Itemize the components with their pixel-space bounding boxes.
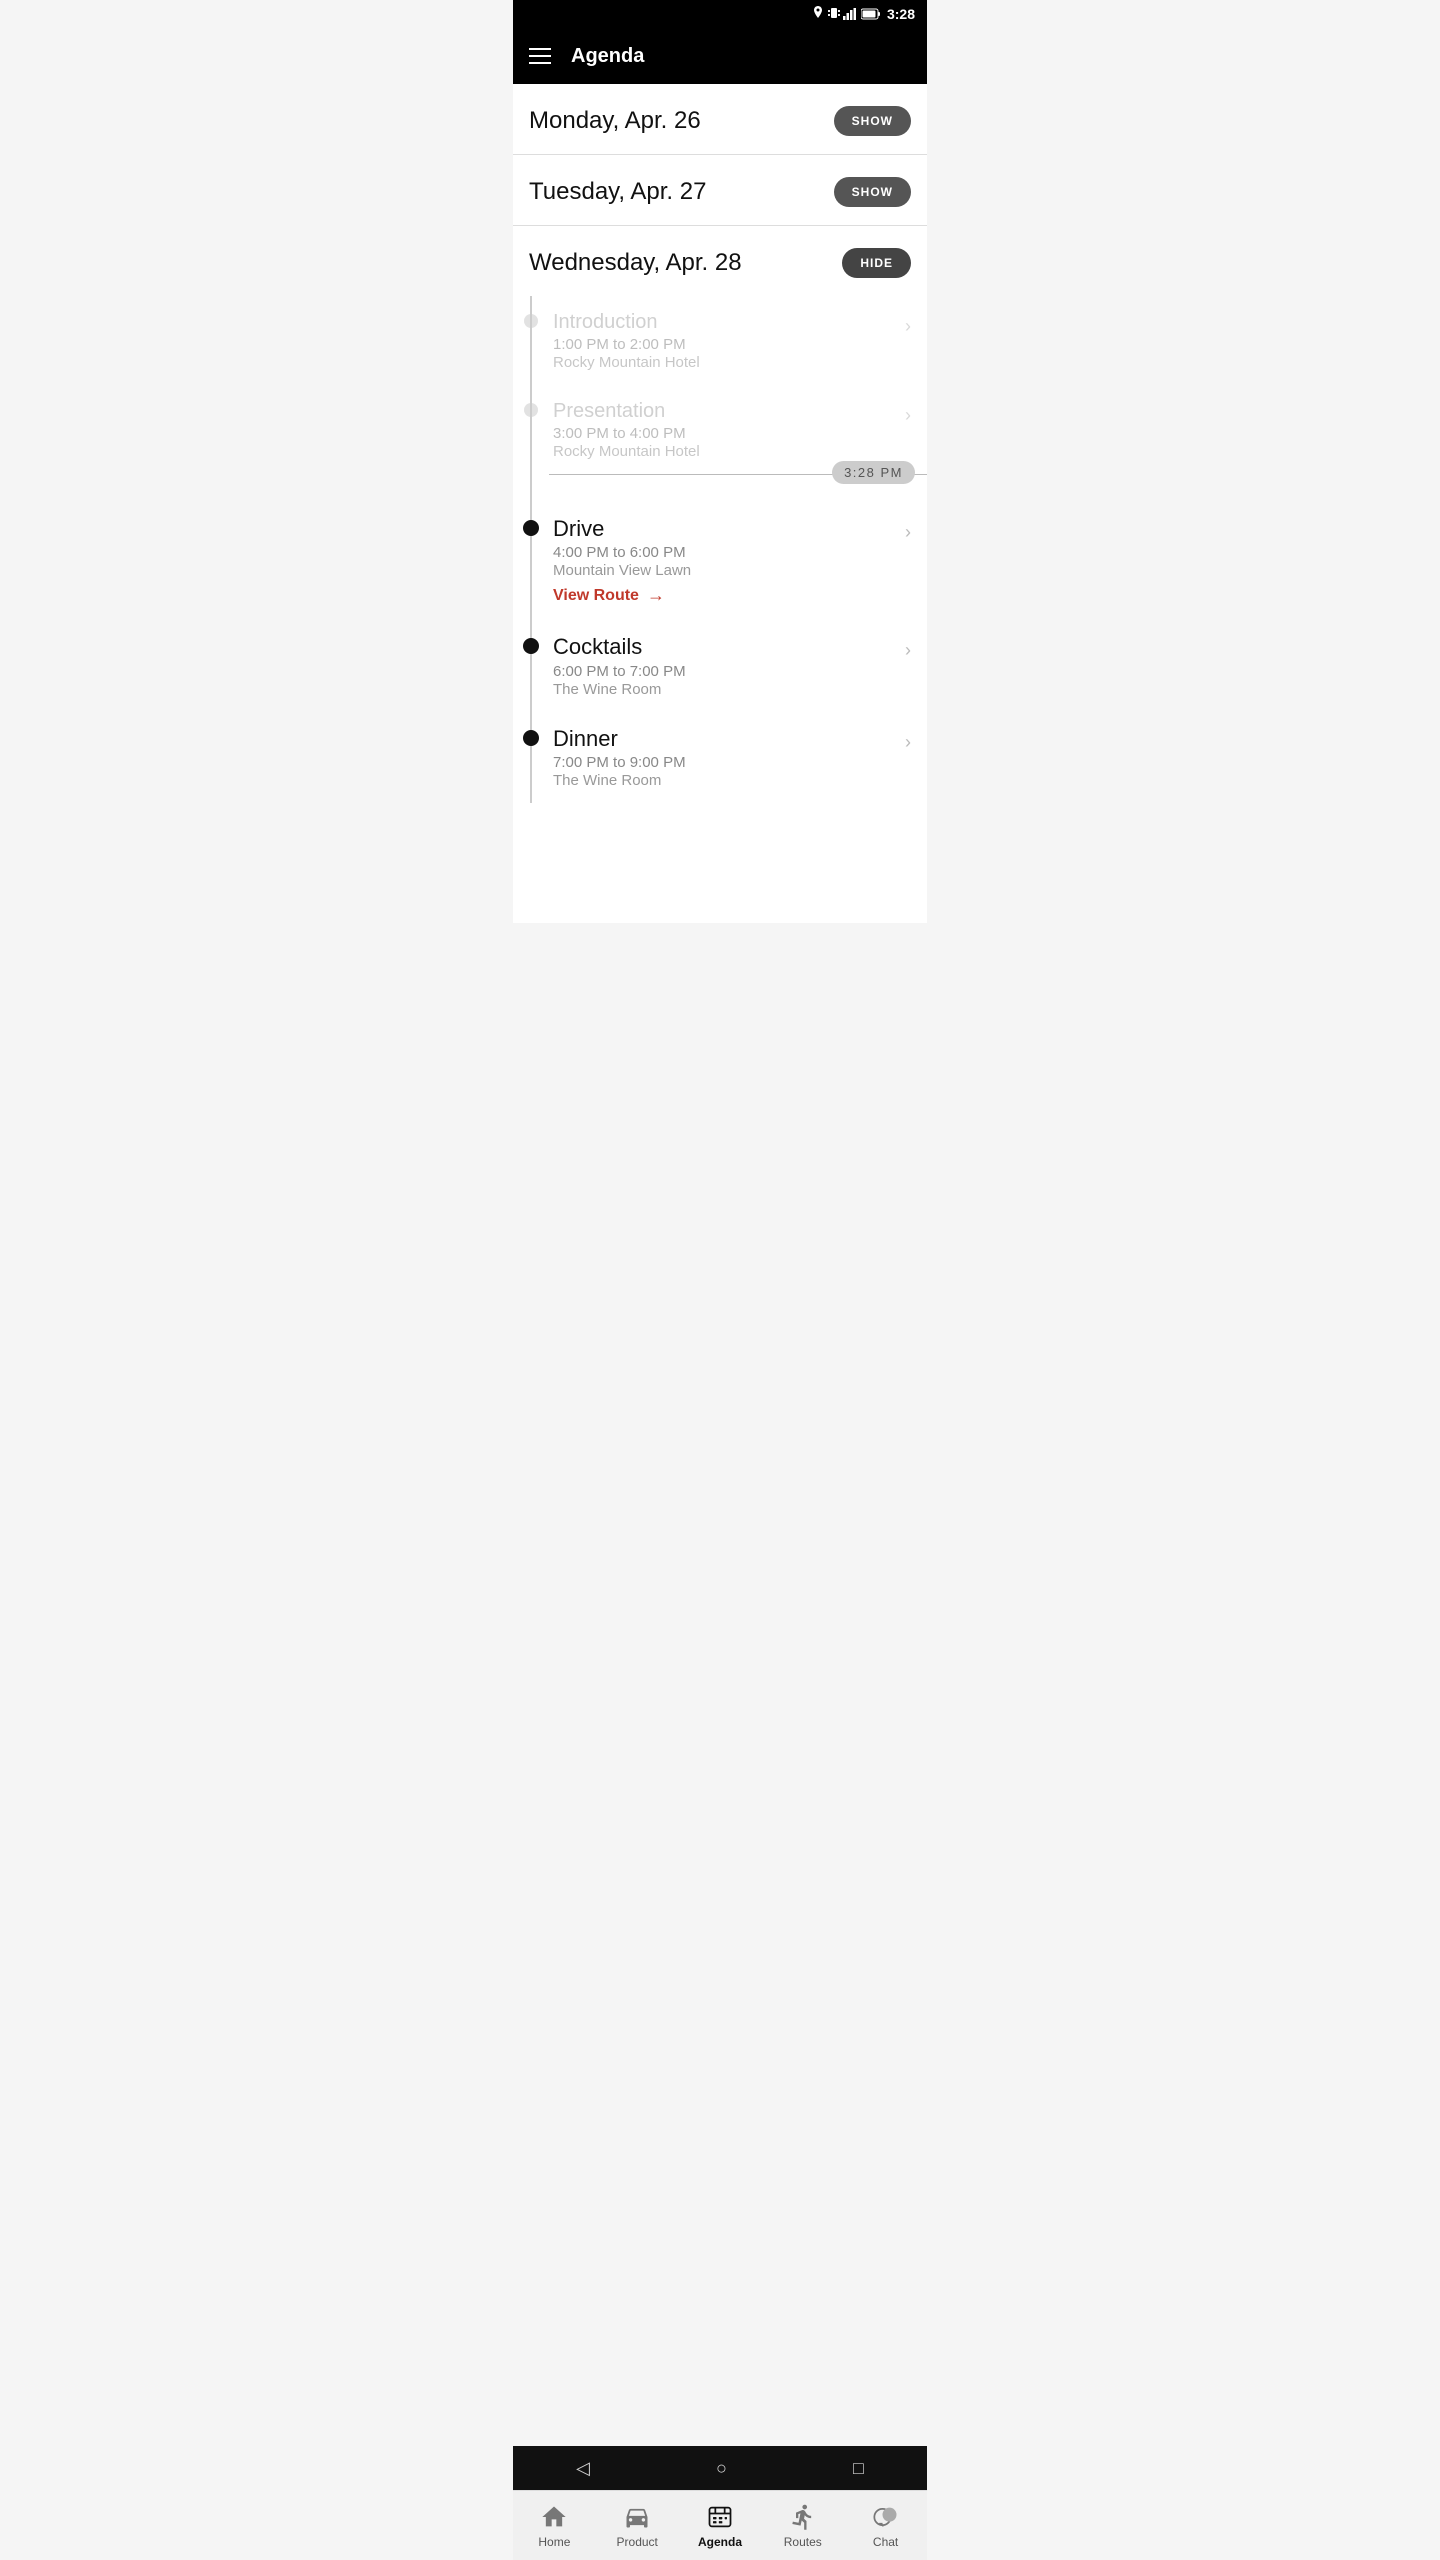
- event-title-dinner: Dinner: [553, 726, 897, 752]
- nav-product[interactable]: Product: [596, 2495, 679, 2557]
- event-drive[interactable]: Drive 4:00 PM to 6:00 PM Mountain View L…: [513, 502, 927, 620]
- nav-routes[interactable]: Routes: [761, 2495, 844, 2557]
- dot-introduction: [524, 314, 538, 328]
- status-bar: 3:28: [513, 0, 927, 28]
- show-monday-button[interactable]: SHOW: [834, 106, 911, 136]
- nav-chat-label: Chat: [873, 2535, 898, 2549]
- bottom-nav: Home Product Agenda Routes: [513, 2490, 927, 2560]
- event-arrow-cocktails: ›: [905, 640, 911, 661]
- routes-icon: [789, 2503, 817, 2531]
- event-location-cocktails: The Wine Room: [553, 681, 897, 698]
- status-icons: [812, 6, 881, 23]
- nav-agenda[interactable]: Agenda: [679, 2495, 762, 2557]
- event-content-cocktails: Cocktails 6:00 PM to 7:00 PM The Wine Ro…: [549, 634, 897, 697]
- nav-home-label: Home: [538, 2535, 570, 2549]
- android-recent-button[interactable]: □: [853, 2458, 864, 2479]
- nav-routes-label: Routes: [784, 2535, 822, 2549]
- menu-button[interactable]: [529, 48, 551, 64]
- page-title: Agenda: [571, 45, 644, 68]
- view-route-arrow-icon: →: [647, 585, 665, 606]
- product-icon: [623, 2503, 651, 2531]
- event-location-drive: Mountain View Lawn: [553, 562, 897, 579]
- event-location-introduction: Rocky Mountain Hotel: [553, 354, 897, 371]
- current-time-badge: 3:28 PM: [832, 461, 915, 484]
- event-time-drive: 4:00 PM to 6:00 PM: [553, 544, 897, 561]
- status-time: 3:28: [887, 6, 915, 22]
- event-time-presentation: 3:00 PM to 4:00 PM: [553, 425, 897, 442]
- timeline-col-introduction: [513, 310, 549, 328]
- event-time-dinner: 7:00 PM to 9:00 PM: [553, 754, 897, 771]
- timeline: Introduction 1:00 PM to 2:00 PM Rocky Mo…: [513, 296, 927, 803]
- event-introduction[interactable]: Introduction 1:00 PM to 2:00 PM Rocky Mo…: [513, 296, 927, 385]
- event-dinner[interactable]: Dinner 7:00 PM to 9:00 PM The Wine Room …: [513, 712, 927, 803]
- dot-presentation: [524, 403, 538, 417]
- timeline-col-presentation: [513, 399, 549, 417]
- day-row-tuesday: Tuesday, Apr. 27 SHOW: [513, 155, 927, 225]
- nav-product-label: Product: [617, 2535, 658, 2549]
- event-arrow-introduction: ›: [905, 316, 911, 337]
- event-title-drive: Drive: [553, 516, 897, 542]
- day-label-tuesday: Tuesday, Apr. 27: [529, 178, 706, 206]
- event-time-introduction: 1:00 PM to 2:00 PM: [553, 336, 897, 353]
- event-content-dinner: Dinner 7:00 PM to 9:00 PM The Wine Room: [549, 726, 897, 789]
- nav-agenda-label: Agenda: [698, 2535, 742, 2549]
- day-row-wednesday: Wednesday, Apr. 28 HIDE: [513, 226, 927, 296]
- timeline-col-dinner: [513, 726, 549, 746]
- event-content-drive: Drive 4:00 PM to 6:00 PM Mountain View L…: [549, 516, 897, 606]
- app-header: Agenda: [513, 28, 927, 84]
- chat-icon: [872, 2503, 900, 2531]
- event-location-presentation: Rocky Mountain Hotel: [553, 443, 897, 460]
- hide-wednesday-button[interactable]: HIDE: [842, 248, 911, 278]
- event-arrow-presentation: ›: [905, 405, 911, 426]
- event-content-presentation: Presentation 3:00 PM to 4:00 PM Rocky Mo…: [549, 399, 897, 460]
- android-nav-bar: ◁ ○ □: [513, 2446, 927, 2490]
- android-back-button[interactable]: ◁: [576, 2458, 590, 2479]
- main-content: Monday, Apr. 26 SHOW Tuesday, Apr. 27 SH…: [513, 84, 927, 923]
- current-time-divider: 3:28 PM: [549, 474, 927, 502]
- timeline-col-cocktails: [513, 634, 549, 654]
- event-content-introduction: Introduction 1:00 PM to 2:00 PM Rocky Mo…: [549, 310, 897, 371]
- view-route-label: View Route: [553, 587, 639, 605]
- event-title-introduction: Introduction: [553, 310, 897, 334]
- day-row-monday: Monday, Apr. 26 SHOW: [513, 84, 927, 154]
- dot-dinner: [523, 730, 539, 746]
- event-arrow-drive: ›: [905, 522, 911, 543]
- event-arrow-dinner: ›: [905, 732, 911, 753]
- home-icon: [540, 2503, 568, 2531]
- dot-drive: [523, 520, 539, 536]
- view-route-button[interactable]: View Route →: [553, 585, 897, 606]
- day-label-monday: Monday, Apr. 26: [529, 107, 701, 135]
- dot-cocktails: [523, 638, 539, 654]
- event-cocktails[interactable]: Cocktails 6:00 PM to 7:00 PM The Wine Ro…: [513, 620, 927, 711]
- nav-chat[interactable]: Chat: [844, 2495, 927, 2557]
- event-location-dinner: The Wine Room: [553, 772, 897, 789]
- day-label-wednesday: Wednesday, Apr. 28: [529, 249, 742, 277]
- android-home-button[interactable]: ○: [716, 2458, 727, 2479]
- nav-home[interactable]: Home: [513, 2495, 596, 2557]
- show-tuesday-button[interactable]: SHOW: [834, 177, 911, 207]
- event-time-cocktails: 6:00 PM to 7:00 PM: [553, 663, 897, 680]
- timeline-col-drive: [513, 516, 549, 536]
- event-title-presentation: Presentation: [553, 399, 897, 423]
- agenda-icon: [706, 2503, 734, 2531]
- event-title-cocktails: Cocktails: [553, 634, 897, 660]
